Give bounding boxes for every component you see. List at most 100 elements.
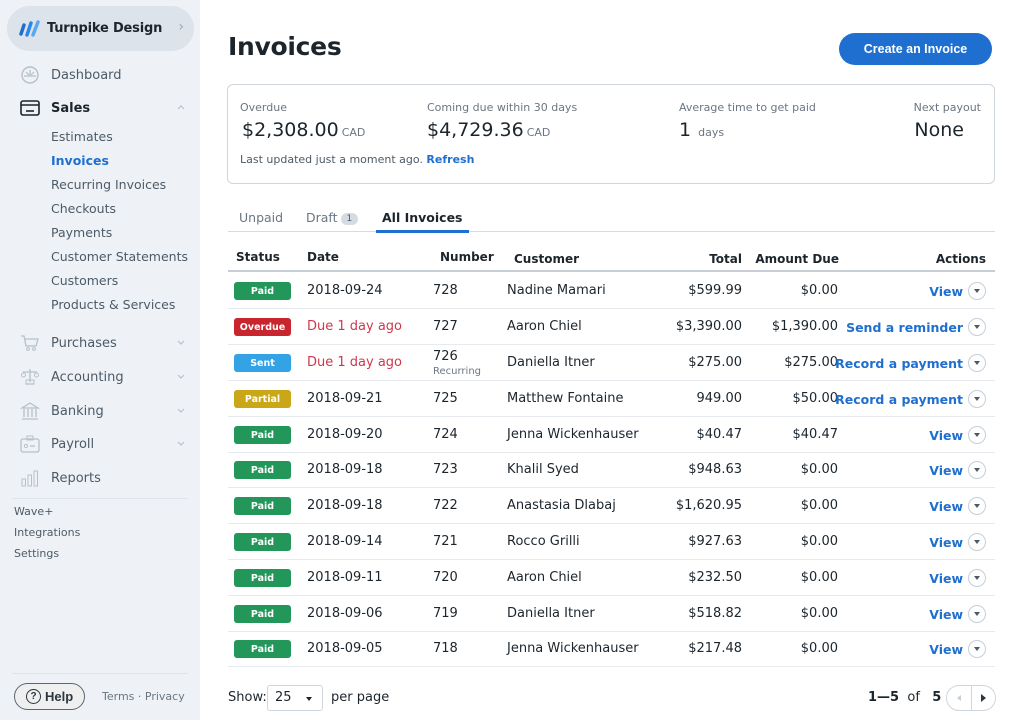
recurring-label: Recurring — [433, 366, 481, 377]
row-action-link[interactable]: Send a reminder — [846, 320, 963, 335]
column-date[interactable]: Date — [307, 250, 339, 264]
row-actions-dropdown-icon[interactable] — [968, 497, 986, 515]
per-page-select[interactable]: 25 — [267, 685, 323, 711]
chevron-down-icon — [177, 340, 185, 345]
invoice-total: $518.82 — [688, 606, 742, 621]
tab-draft[interactable]: Draft 1 — [306, 210, 359, 232]
table-row[interactable]: Paid 2018-09-18 722 Anastasia Dlabaj $1,620.… — [228, 488, 995, 524]
invoice-total: $1,620.95 — [675, 498, 742, 513]
invoice-total: $40.47 — [696, 427, 743, 442]
column-total[interactable]: Total — [709, 252, 742, 266]
tab-unpaid[interactable]: Unpaid — [239, 210, 283, 232]
column-customer[interactable]: Customer — [514, 252, 579, 266]
table-row[interactable]: Partial 2018-09-21 725 Matthew Fontaine 949.… — [228, 381, 995, 417]
row-action-link[interactable]: Record a payment — [835, 392, 963, 407]
sidebar-subitem-estimates[interactable]: Estimates — [51, 127, 113, 147]
invoice-number: 726 — [433, 349, 458, 364]
column-amount-due[interactable]: Amount Due — [755, 252, 839, 266]
tab-all-invoices[interactable]: All Invoices — [376, 210, 468, 233]
row-actions-dropdown-icon[interactable] — [968, 461, 986, 479]
row-actions-dropdown-icon[interactable] — [968, 318, 986, 336]
prev-page-button[interactable] — [947, 686, 972, 710]
table-row[interactable]: Paid 2018-09-18 723 Khalil Syed $948.63 $0.00… — [228, 452, 995, 488]
show-label: Show: — [228, 690, 267, 705]
invoice-date: 2018-09-21 — [307, 391, 383, 406]
invoice-date: 2018-09-20 — [307, 427, 383, 442]
invoice-number: 725 — [433, 391, 458, 406]
privacy-link[interactable]: Privacy — [145, 690, 185, 703]
sidebar-item-accounting[interactable]: Accounting — [0, 362, 200, 392]
summary-card: Overdue $2,308.00 CAD Coming due within 3… — [227, 84, 995, 184]
status-badge: Partial — [234, 390, 291, 408]
column-number[interactable]: Number — [440, 250, 494, 264]
row-actions-dropdown-icon[interactable] — [968, 390, 986, 408]
coming-due-amount: $4,729.36 — [427, 119, 524, 141]
sidebar-item-dashboard[interactable]: Dashboard — [0, 60, 200, 90]
sidebar-item-sales[interactable]: Sales — [0, 93, 200, 123]
help-button[interactable]: ? Help — [14, 683, 85, 710]
column-status[interactable]: Status — [236, 250, 280, 264]
sidebar-subitem-checkouts[interactable]: Checkouts — [51, 199, 116, 219]
of-label: of — [907, 690, 920, 705]
invoice-date: 2018-09-18 — [307, 498, 383, 513]
table-row[interactable]: Paid 2018-09-24 728 Nadine Mamari $599.99 $0.… — [228, 273, 995, 309]
coming-due-value: $4,729.36 CAD — [427, 119, 550, 141]
refresh-link[interactable]: Refresh — [426, 153, 474, 166]
sidebar-subitem-invoices[interactable]: Invoices — [51, 151, 109, 171]
customer-name: Jenna Wickenhauser — [507, 427, 639, 442]
amount-due: $0.00 — [800, 570, 838, 585]
sidebar-subitem-products-services[interactable]: Products & Services — [51, 295, 175, 315]
customer-name: Nadine Mamari — [507, 283, 606, 298]
row-actions-dropdown-icon[interactable] — [968, 354, 986, 372]
row-action-link[interactable]: View — [929, 571, 963, 586]
sidebar-subitem-customers[interactable]: Customers — [51, 271, 118, 291]
table-row[interactable]: Paid 2018-09-05 718 Jenna Wickenhauser $217.… — [228, 631, 995, 667]
row-action-link[interactable]: View — [929, 499, 963, 514]
row-actions-dropdown-icon[interactable] — [968, 533, 986, 551]
status-badge: Paid — [234, 461, 291, 479]
row-action-link[interactable]: View — [929, 642, 963, 657]
table-row[interactable]: Overdue Due 1 day ago 727 Aaron Chiel $3,390… — [228, 309, 995, 345]
sidebar-link-wave-plus[interactable]: Wave+ — [14, 505, 53, 518]
overdue-value: $2,308.00 CAD — [242, 119, 365, 141]
sidebar-item-banking[interactable]: Banking — [0, 396, 200, 426]
chevron-down-icon — [177, 408, 185, 413]
business-switcher[interactable]: Turnpike Design › — [7, 6, 194, 51]
table-row[interactable]: Paid 2018-09-06 719 Daniella Itner $518.82 $0… — [228, 596, 995, 632]
currency: CAD — [526, 126, 551, 139]
row-action-link[interactable]: Record a payment — [835, 356, 963, 371]
row-action-link[interactable]: View — [929, 463, 963, 478]
row-actions-dropdown-icon[interactable] — [968, 640, 986, 658]
invoice-total: $948.63 — [688, 462, 742, 477]
sidebar-item-reports[interactable]: Reports — [0, 463, 200, 493]
table-row[interactable]: Paid 2018-09-11 720 Aaron Chiel $232.50 $0.00… — [228, 560, 995, 596]
sidebar-item-purchases[interactable]: Purchases — [0, 328, 200, 358]
sidebar-link-settings[interactable]: Settings — [14, 547, 59, 560]
row-actions-dropdown-icon[interactable] — [968, 605, 986, 623]
table-row[interactable]: Paid 2018-09-20 724 Jenna Wickenhauser $40.4… — [228, 417, 995, 453]
sidebar-subitem-payments[interactable]: Payments — [51, 223, 112, 243]
scale-icon — [21, 369, 39, 385]
table-row[interactable]: Paid 2018-09-14 721 Rocco Grilli $927.63 $0.0… — [228, 524, 995, 560]
row-action-link[interactable]: View — [929, 535, 963, 550]
row-action-link[interactable]: View — [929, 428, 963, 443]
sidebar-subitem-customer-statements[interactable]: Customer Statements — [51, 247, 188, 267]
row-actions-dropdown-icon[interactable] — [968, 282, 986, 300]
table-row[interactable]: Sent Due 1 day ago 726 Recurring Daniella It… — [228, 345, 995, 381]
row-actions-dropdown-icon[interactable] — [968, 569, 986, 587]
next-page-button[interactable] — [972, 686, 996, 710]
create-invoice-button[interactable]: Create an Invoice — [839, 33, 992, 65]
sidebar-subitem-recurring-invoices[interactable]: Recurring Invoices — [51, 175, 166, 195]
terms-link[interactable]: Terms — [102, 690, 134, 703]
status-badge: Overdue — [234, 318, 291, 336]
row-actions-dropdown-icon[interactable] — [968, 426, 986, 444]
sidebar-item-payroll[interactable]: Payroll — [0, 429, 200, 459]
row-action-link[interactable]: View — [929, 284, 963, 299]
status-badge: Paid — [234, 569, 291, 587]
customer-name: Aaron Chiel — [507, 570, 582, 585]
invoice-number: 727 — [433, 319, 458, 334]
sidebar-link-integrations[interactable]: Integrations — [14, 526, 80, 539]
invoice-number: 728 — [433, 283, 458, 298]
row-action-link[interactable]: View — [929, 607, 963, 622]
amount-due: $0.00 — [800, 498, 838, 513]
